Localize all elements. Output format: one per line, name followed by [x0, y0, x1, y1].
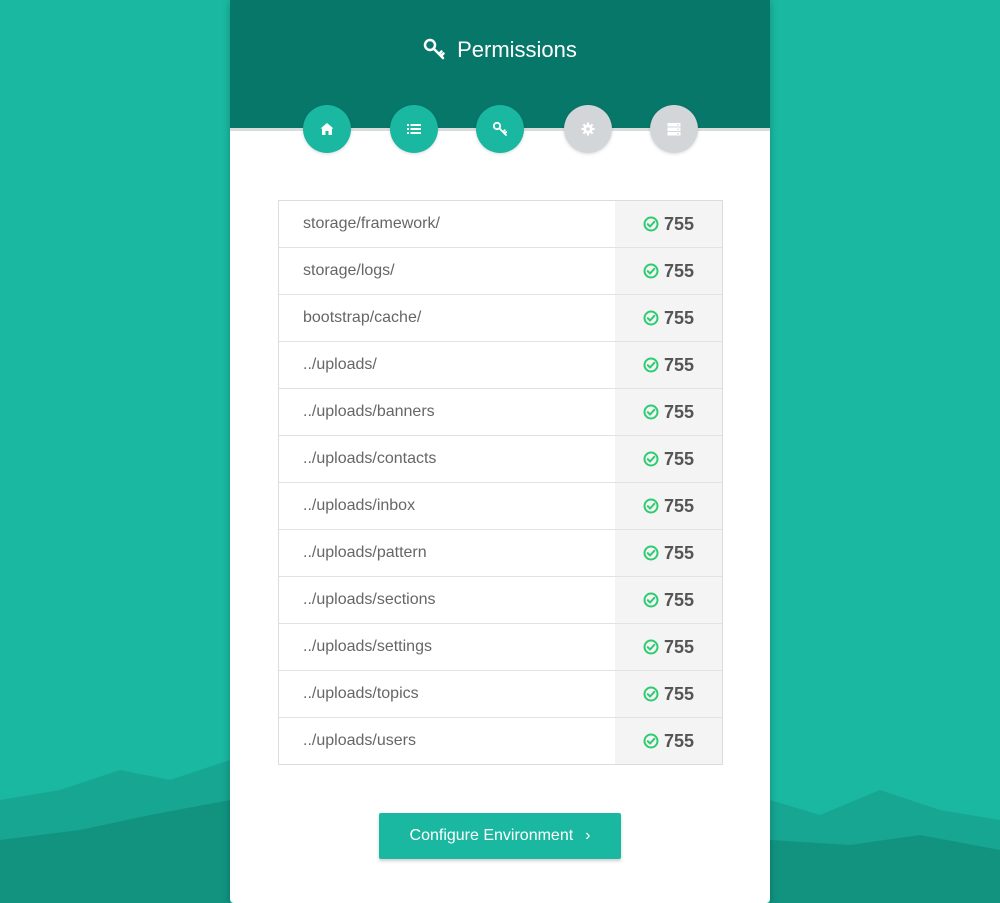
- check-circle-icon: [643, 498, 659, 514]
- permission-status: 755: [615, 624, 722, 670]
- permission-status: 755: [615, 436, 722, 482]
- permission-status: 755: [615, 295, 722, 341]
- permission-path: ../uploads/settings: [279, 624, 615, 670]
- permission-status: 755: [615, 201, 722, 247]
- table-row: storage/framework/755: [279, 201, 722, 247]
- step-server[interactable]: [650, 105, 698, 153]
- key-icon: [423, 38, 445, 60]
- permission-status: 755: [615, 718, 722, 764]
- permission-path: bootstrap/cache/: [279, 295, 615, 341]
- permission-value: 755: [664, 542, 695, 563]
- check-circle-icon: [643, 592, 659, 608]
- table-row: bootstrap/cache/755: [279, 294, 722, 341]
- check-circle-icon: [643, 404, 659, 420]
- step-environment[interactable]: [564, 105, 612, 153]
- permission-path: ../uploads/contacts: [279, 436, 615, 482]
- permission-status: 755: [615, 671, 722, 717]
- permission-status: 755: [615, 577, 722, 623]
- home-icon: [320, 123, 334, 135]
- permission-value: 755: [664, 448, 695, 469]
- table-row: storage/logs/755: [279, 247, 722, 294]
- permission-path: ../uploads/pattern: [279, 530, 615, 576]
- table-row: ../uploads/topics 755: [279, 670, 722, 717]
- installer-card: Permissions storage/framework/ 755 stora…: [230, 0, 770, 903]
- title-text: Permissions: [457, 37, 577, 62]
- check-circle-icon: [643, 733, 659, 749]
- permission-value: 755: [664, 260, 695, 281]
- step-home[interactable]: [303, 105, 351, 153]
- permission-path: ../uploads/inbox: [279, 483, 615, 529]
- permission-path: ../uploads/users: [279, 718, 615, 764]
- permission-value: 755: [664, 213, 695, 234]
- configure-environment-button[interactable]: Configure Environment ›: [379, 813, 621, 859]
- permission-value: 755: [664, 636, 695, 657]
- permission-value: 755: [664, 307, 695, 328]
- check-circle-icon: [643, 639, 659, 655]
- page-title: Permissions: [230, 34, 770, 66]
- permission-value: 755: [664, 495, 695, 516]
- permission-path: ../uploads/: [279, 342, 615, 388]
- server-icon: [667, 123, 681, 136]
- check-circle-icon: [643, 263, 659, 279]
- permission-status: 755: [615, 389, 722, 435]
- table-row: ../uploads/inbox 755: [279, 482, 722, 529]
- permission-status: 755: [615, 342, 722, 388]
- step-navigation: [230, 105, 770, 153]
- configure-button-label: Configure Environment: [409, 827, 574, 844]
- check-circle-icon: [643, 216, 659, 232]
- table-row: ../uploads/settings 755: [279, 623, 722, 670]
- chevron-right-icon: ›: [585, 827, 591, 844]
- permission-value: 755: [664, 354, 695, 375]
- table-row: ../uploads/pattern 755: [279, 529, 722, 576]
- permission-path: storage/framework/: [279, 201, 615, 247]
- table-row: ../uploads/sections 755: [279, 576, 722, 623]
- check-circle-icon: [643, 357, 659, 373]
- check-circle-icon: [643, 545, 659, 561]
- permission-path: ../uploads/sections: [279, 577, 615, 623]
- permission-path: ../uploads/topics: [279, 671, 615, 717]
- step-permissions[interactable]: [476, 105, 524, 153]
- check-circle-icon: [643, 310, 659, 326]
- key-icon: [492, 121, 508, 136]
- permission-value: 755: [664, 730, 695, 751]
- table-row: ../uploads/755: [279, 341, 722, 388]
- check-circle-icon: [643, 686, 659, 702]
- permission-status: 755: [615, 483, 722, 529]
- permission-status: 755: [615, 248, 722, 294]
- permission-path: storage/logs/: [279, 248, 615, 294]
- permissions-table: storage/framework/755 storage/logs/755 boo…: [278, 200, 723, 765]
- permission-status: 755: [615, 530, 722, 576]
- table-row: ../uploads/contacts 755: [279, 435, 722, 482]
- permission-value: 755: [664, 589, 695, 610]
- check-circle-icon: [643, 451, 659, 467]
- table-row: ../uploads/banners 755: [279, 388, 722, 435]
- step-list[interactable]: [390, 105, 438, 153]
- permission-value: 755: [664, 401, 695, 422]
- gear-icon: [581, 122, 595, 136]
- table-row: ../uploads/users 755: [279, 717, 722, 764]
- permission-value: 755: [664, 683, 695, 704]
- permission-path: ../uploads/banners: [279, 389, 615, 435]
- list-icon: [407, 124, 421, 134]
